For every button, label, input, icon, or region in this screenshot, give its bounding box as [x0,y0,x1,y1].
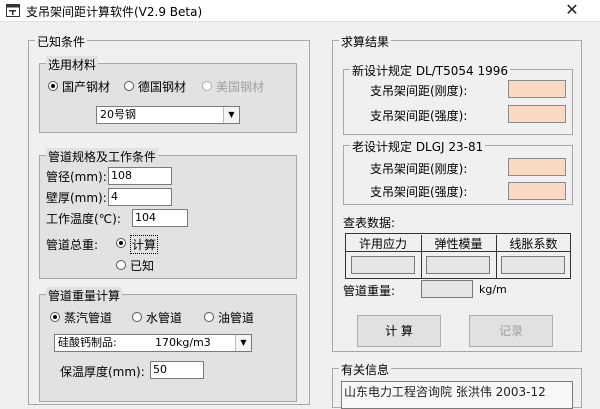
title-bar: 支吊架间距计算软件(V2.9 Beta) ✕ [0,0,600,22]
insulation-thickness-input[interactable]: 50 [150,361,204,379]
weight-label-calc: 计算 [130,235,159,254]
weight-calc-group: 管道重量计算 蒸汽管道 水管道 油管道 硅酸钙制品: 170kg/m3 ▼ 保温… [39,287,297,402]
media-label-water: 水管道 [146,311,183,325]
result-group: 求算结果 新设计规定 DL/T5054 1996 支吊架间距(刚度): 支吊架间… [332,33,582,352]
insulation-value: 170kg/m3 [155,336,211,349]
new-strength-label: 支吊架间距(强度): [370,109,468,123]
table-title: 查表数据: [343,216,396,230]
table-header-modulus: 弹性模量 [421,235,495,252]
media-label-oil: 油管道 [218,311,255,325]
weight-calc-legend: 管道重量计算 [46,287,123,304]
pipe-weight-label: 管道重量: [343,284,396,298]
media-radio-steam[interactable] [50,312,60,322]
insulation-thickness-label: 保温厚度(mm): [60,365,145,379]
info-legend: 有关信息 [339,361,392,378]
material-group: 选用材料 国产钢材 德国钢材 美国钢材 20号钢 ▼ [39,56,297,133]
steel-grade-value: 20号钢 [100,108,136,121]
record-button: 记录 [469,315,553,347]
app-icon [6,4,20,17]
pipe-spec-legend: 管道规格及工作条件 [46,148,159,165]
old-rigid-output [508,158,566,176]
insulation-name: 硅酸钙制品: [58,336,117,349]
old-strength-output [508,182,566,200]
table-header-stress: 许用应力 [358,237,407,251]
material-legend: 选用材料 [46,56,99,73]
known-conditions-group: 已知条件 选用材料 国产钢材 德国钢材 美国钢材 20号钢 ▼ 管道规格及工作条… [28,33,310,405]
info-text: 山东电力工程咨询院 张洪伟 2003-12 [344,385,546,399]
diameter-input[interactable]: 108 [108,167,172,185]
pipe-spec-group: 管道规格及工作条件 管径(mm): 108 壁厚(mm): 4 工作温度(℃):… [39,148,297,279]
weight-radio-known[interactable] [116,260,126,270]
table-cell-expansion [501,256,565,274]
result-legend: 求算结果 [339,33,392,50]
old-strength-label: 支吊架间距(强度): [370,185,468,199]
material-label-china: 国产钢材 [62,80,111,94]
window-title: 支吊架间距计算软件(V2.9 Beta) [26,5,203,19]
new-spec-legend: 新设计规定 DL/T5054 1996 [350,62,511,79]
chevron-down-icon[interactable]: ▼ [235,335,251,351]
pipe-weight-unit: kg/m [479,283,507,296]
table-cell-stress [351,256,415,274]
weight-label-known: 已知 [130,259,155,273]
old-rigid-label: 支吊架间距(刚度): [370,162,468,176]
temp-input[interactable]: 104 [132,209,188,227]
thickness-label: 壁厚(mm): [46,191,107,205]
new-rigid-label: 支吊架间距(刚度): [370,84,468,98]
new-strength-output [508,105,566,123]
steel-grade-select[interactable]: 20号钢 ▼ [96,106,240,124]
media-radio-oil[interactable] [204,312,214,322]
old-spec-legend: 老设计规定 DLGJ 23-81 [350,138,486,155]
info-group: 有关信息 山东电力工程咨询院 张洪伟 2003-12 [332,361,582,409]
table-divider [496,252,497,278]
info-textbox: 山东电力工程咨询院 张洪伟 2003-12 [341,381,573,409]
known-conditions-legend: 已知条件 [35,33,88,50]
table-header-expansion: 线胀系数 [496,235,570,252]
calculate-button[interactable]: 计 算 [357,315,441,347]
new-spec-group: 新设计规定 DL/T5054 1996 支吊架间距(刚度): 支吊架间距(强度)… [343,62,573,135]
diameter-label: 管径(mm): [46,170,107,184]
media-label-steam: 蒸汽管道 [64,311,113,325]
material-radio-germany[interactable] [124,81,134,91]
insulation-select[interactable]: 硅酸钙制品: 170kg/m3 ▼ [54,334,252,352]
table-cell-modulus [426,256,490,274]
weight-radio-calc[interactable] [116,238,126,248]
temp-label: 工作温度(℃): [46,212,121,226]
thickness-input[interactable]: 4 [108,188,172,206]
material-radio-china[interactable] [48,81,58,91]
chevron-down-icon[interactable]: ▼ [223,107,239,123]
material-label-germany: 德国钢材 [138,80,187,94]
table-header-row: 许用应力 弹性模量 线胀系数 [346,234,570,252]
old-spec-group: 老设计规定 DLGJ 23-81 支吊架间距(刚度): 支吊架间距(强度): [343,138,573,205]
total-weight-label: 管道总重: [46,238,99,252]
pipe-weight-output [421,280,473,298]
new-rigid-output [508,80,566,98]
lookup-table: 许用应力 弹性模量 线胀系数 [345,233,571,279]
material-radio-usa [202,81,212,91]
close-icon[interactable]: ✕ [562,0,582,20]
table-divider [421,252,422,278]
media-radio-water[interactable] [132,312,142,322]
material-label-usa: 美国钢材 [216,80,265,94]
